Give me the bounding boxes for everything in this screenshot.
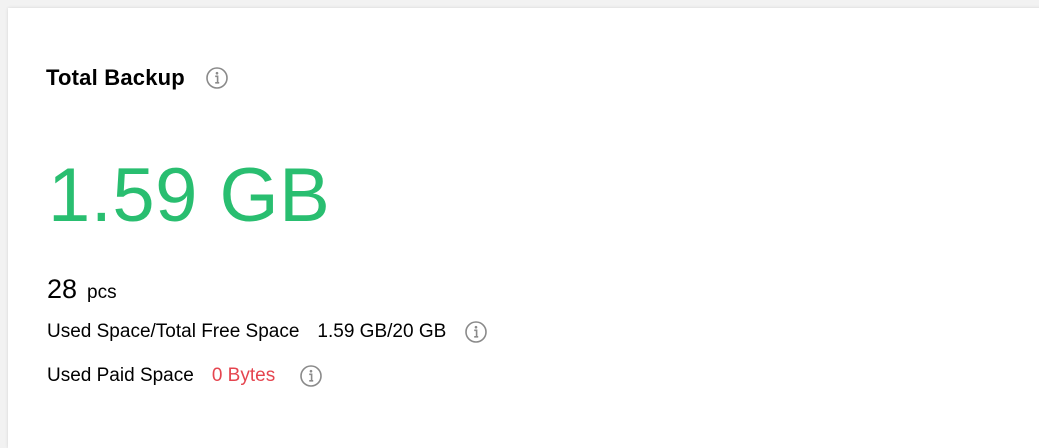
paid-space-info-icon[interactable] [299,364,323,388]
used-space-row: Used Space/Total Free Space 1.59 GB/20 G… [47,320,488,344]
total-backup-size: 1.59 GB [48,153,331,238]
backup-count-unit: pcs [87,282,117,303]
title-info-icon[interactable] [205,66,229,90]
paid-space-value: 0 Bytes [211,365,276,386]
used-space-info-icon[interactable] [464,320,488,344]
total-backup-card: Total Backup 1.59 GB 28 pcs Used Space/T… [8,8,1039,448]
paid-space-row: Used Paid Space 0 Bytes [47,364,323,388]
used-space-value: 1.59 GB/20 GB [317,321,447,342]
used-space-label: Used Space/Total Free Space [47,321,300,342]
card-title: Total Backup [46,65,185,90]
paid-space-label: Used Paid Space [47,365,194,386]
backup-count: 28 pcs [47,274,117,305]
card-header: Total Backup [46,64,229,92]
backup-count-number: 28 [47,274,78,304]
